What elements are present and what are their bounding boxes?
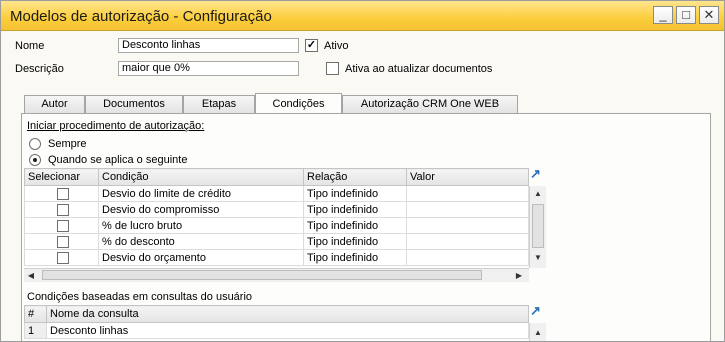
consultas-grid: # Nome da consulta 1 Desconto linhas [24, 305, 529, 339]
window-title: Modelos de autorização - Configuração [10, 8, 272, 25]
consultas-label: Condições baseadas em consultas do usuár… [27, 291, 253, 303]
select-cell[interactable] [24, 217, 99, 234]
consulta-name-cell[interactable]: Desconto linhas [46, 322, 529, 339]
col-condicao[interactable]: Condição [98, 168, 304, 186]
consultas-vertical-scrollbar[interactable]: ▲ [529, 323, 546, 341]
col-selecionar[interactable]: Selecionar [24, 168, 99, 186]
nome-label: Nome [15, 40, 45, 52]
rel-cell[interactable]: Tipo indefinido [303, 185, 407, 202]
consultas-scroll-up-icon[interactable]: ▲ [530, 325, 546, 341]
select-cell[interactable] [24, 249, 99, 266]
valor-cell[interactable] [406, 249, 529, 266]
valor-cell[interactable] [406, 217, 529, 234]
row-checkbox[interactable] [57, 251, 69, 264]
table-row[interactable]: Desvio do orçamento Tipo indefinido [24, 249, 529, 266]
cond-cell: Desvio do limite de crédito [98, 185, 304, 202]
minimize-button[interactable]: _ [653, 6, 673, 24]
rel-cell[interactable]: Tipo indefinido [303, 249, 407, 266]
select-cell[interactable] [24, 233, 99, 250]
col-valor[interactable]: Valor [406, 168, 529, 186]
row-checkbox[interactable] [57, 219, 69, 232]
tab-condicoes[interactable]: Condições [255, 93, 342, 113]
nome-field[interactable]: Desconto linhas [118, 38, 299, 53]
select-cell[interactable] [24, 201, 99, 218]
iniciar-label: Iniciar procedimento de autorização: [27, 120, 205, 132]
tab-documentos[interactable]: Documentos [85, 95, 183, 113]
radio-sempre-label: Sempre [48, 138, 87, 150]
expand-icon[interactable]: ↗ [530, 167, 543, 181]
maximize-button[interactable]: □ [676, 6, 696, 24]
col-nome-consulta[interactable]: Nome da consulta [46, 305, 529, 323]
title-bar[interactable]: Modelos de autorização - Configuração _ … [1, 1, 724, 31]
cond-cell: % de lucro bruto [98, 217, 304, 234]
table-row[interactable]: % do desconto Tipo indefinido [24, 233, 529, 250]
cond-cell: % do desconto [98, 233, 304, 250]
conditions-grid: Selecionar Condição Relação Valor Desvio… [24, 168, 529, 266]
scroll-thumb[interactable] [532, 204, 544, 248]
ativo-atualizar-label: Ativa ao atualizar documentos [345, 63, 493, 75]
select-cell[interactable] [24, 185, 99, 202]
scroll-left-icon[interactable]: ◀ [24, 268, 38, 284]
rel-cell[interactable]: Tipo indefinido [303, 201, 407, 218]
cond-cell: Desvio do orçamento [98, 249, 304, 266]
grid-vertical-scrollbar[interactable]: ▲ ▼ [529, 186, 546, 268]
grid-horizontal-scrollbar[interactable]: ◀ ▶ [24, 268, 529, 282]
table-row[interactable]: Desvio do limite de crédito Tipo indefin… [24, 185, 529, 202]
ativo-atualizar-checkbox[interactable] [326, 62, 339, 75]
tab-autor[interactable]: Autor [24, 95, 85, 113]
descricao-label: Descrição [15, 63, 64, 75]
radio-sempre[interactable] [29, 138, 41, 150]
rel-cell[interactable]: Tipo indefinido [303, 233, 407, 250]
col-num[interactable]: # [24, 305, 47, 323]
radio-quando-label: Quando se aplica o seguinte [48, 154, 188, 166]
row-checkbox[interactable] [57, 203, 69, 216]
hscroll-thumb[interactable] [42, 270, 482, 280]
tab-etapas[interactable]: Etapas [183, 95, 255, 113]
col-relacao[interactable]: Relação [303, 168, 407, 186]
scroll-up-icon[interactable]: ▲ [530, 186, 546, 202]
row-checkbox[interactable] [57, 235, 69, 248]
close-button[interactable]: ✕ [699, 6, 719, 24]
valor-cell[interactable] [406, 201, 529, 218]
valor-cell[interactable] [406, 233, 529, 250]
valor-cell[interactable] [406, 185, 529, 202]
cond-cell: Desvio do compromisso [98, 201, 304, 218]
condicoes-panel: Iniciar procedimento de autorização: Sem… [21, 113, 711, 341]
ativo-checkbox[interactable]: ✓ [305, 39, 318, 52]
rel-cell[interactable]: Tipo indefinido [303, 217, 407, 234]
table-row[interactable]: Desvio do compromisso Tipo indefinido [24, 201, 529, 218]
radio-quando[interactable] [29, 154, 41, 166]
row-checkbox[interactable] [57, 187, 69, 200]
ativo-label: Ativo [324, 40, 349, 52]
row-number: 1 [24, 322, 47, 339]
table-row[interactable]: % de lucro bruto Tipo indefinido [24, 217, 529, 234]
authorization-config-window: Modelos de autorização - Configuração _ … [0, 0, 725, 342]
table-row[interactable]: 1 Desconto linhas [24, 322, 529, 339]
scroll-right-icon[interactable]: ▶ [512, 268, 526, 284]
scroll-down-icon[interactable]: ▼ [530, 250, 546, 266]
tab-autorizacao-crm[interactable]: Autorização CRM One WEB [342, 95, 518, 113]
consultas-expand-icon[interactable]: ↗ [530, 304, 543, 318]
descricao-field[interactable]: maior que 0% [118, 61, 299, 76]
